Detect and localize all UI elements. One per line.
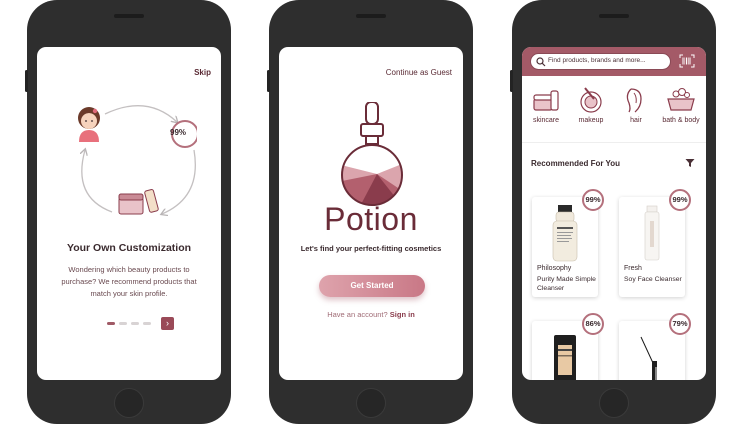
tagline: Let's find your perfect-fitting cosmetic… xyxy=(300,244,442,253)
product-name: Purity Made Simple Cleanser xyxy=(537,276,596,292)
category-label: makeup xyxy=(578,117,604,124)
category-skincare[interactable]: skincare xyxy=(524,85,568,124)
speaker-notch xyxy=(599,14,629,18)
user-avatar-icon xyxy=(78,107,100,142)
potion-bottle-logo-icon xyxy=(341,102,403,206)
filter-icon[interactable] xyxy=(685,158,695,168)
product-image xyxy=(640,336,657,380)
page-indicator xyxy=(107,322,151,325)
account-prompt-text: Have an account? xyxy=(327,310,388,319)
speaker-notch xyxy=(356,14,386,18)
speaker-notch xyxy=(114,14,144,18)
match-badge: 99% xyxy=(582,189,604,211)
category-label: skincare xyxy=(532,117,560,124)
search-icon xyxy=(536,57,546,67)
signin-prompt: Have an account? Sign in xyxy=(279,310,463,319)
phone-onboarding: Skip 99% Your Own Customization Wonderin… xyxy=(25,0,231,424)
divider xyxy=(522,142,706,143)
product-image xyxy=(552,205,578,262)
category-hair[interactable]: hair xyxy=(614,85,658,124)
cosmetics-products-icon xyxy=(118,189,159,215)
category-makeup[interactable]: makeup xyxy=(569,85,613,124)
brand-wordmark: Potion xyxy=(324,201,418,237)
product-card[interactable]: 99% Philosophy Purity Made Simple Cleans… xyxy=(532,189,604,297)
home-button xyxy=(114,388,144,418)
search-placeholder: Find products, brands and more... xyxy=(548,57,646,64)
chevron-right-icon: › xyxy=(166,318,169,328)
home-button xyxy=(356,388,386,418)
section-title: Recommended For You xyxy=(531,159,621,168)
page-dot-3 xyxy=(131,322,139,325)
welcome-screen: Continue as Guest Potion Let's find your… xyxy=(279,47,463,380)
home-button xyxy=(599,388,629,418)
home-screen: Find products, brands and more... skinca… xyxy=(522,47,706,380)
page-dot-4 xyxy=(143,322,151,325)
product-card[interactable]: 86% xyxy=(532,313,604,380)
product-card[interactable]: 99% Fresh Soy Face Cleanser xyxy=(619,189,691,297)
match-badge: 99% xyxy=(669,189,691,211)
product-image xyxy=(554,335,576,380)
category-row: skincare makeup hair bath & body xyxy=(522,85,706,133)
product-name: Soy Face Cleanser xyxy=(624,276,682,283)
match-badge: 79% xyxy=(669,313,691,335)
side-button xyxy=(510,70,513,92)
makeup-icon xyxy=(580,87,602,113)
match-badge-text: 99% xyxy=(170,128,187,137)
get-started-button[interactable]: Get Started xyxy=(319,275,425,297)
product-brand: Fresh xyxy=(624,265,642,272)
page-dot-1 xyxy=(107,322,115,325)
product-brand: Philosophy xyxy=(537,265,572,272)
customization-cycle-illustration xyxy=(78,105,197,232)
arrow-left xyxy=(82,150,113,213)
top-bar: Find products, brands and more... xyxy=(522,47,706,76)
page-dot-2 xyxy=(119,322,127,325)
phone-home: Find products, brands and more... skinca… xyxy=(510,0,716,424)
sign-in-link[interactable]: Sign in xyxy=(390,310,415,319)
hair-icon xyxy=(626,88,642,113)
next-button[interactable]: › xyxy=(161,317,174,330)
bath-body-icon xyxy=(667,88,695,111)
category-label: bath & body xyxy=(662,117,700,124)
onboarding-screen: Skip 99% Your Own Customization Wonderin… xyxy=(37,47,221,380)
onboarding-description: Wondering which beauty products to purch… xyxy=(61,265,197,298)
search-input[interactable]: Find products, brands and more... xyxy=(530,53,671,70)
side-button xyxy=(25,70,28,92)
phone-welcome: Continue as Guest Potion Let's find your… xyxy=(267,0,473,424)
product-card[interactable]: 79% xyxy=(619,313,691,380)
product-image xyxy=(644,205,660,261)
continue-as-guest-link[interactable]: Continue as Guest xyxy=(386,68,452,77)
side-button xyxy=(267,70,270,92)
skincare-icon xyxy=(533,90,559,111)
arrow-right xyxy=(162,149,196,214)
match-badge: 86% xyxy=(582,313,604,335)
arrow-top xyxy=(104,105,177,122)
barcode-scan-icon[interactable] xyxy=(679,54,695,68)
onboarding-title: Your Own Customization xyxy=(66,242,192,254)
skip-button[interactable]: Skip xyxy=(194,68,211,77)
category-bath-body[interactable]: bath & body xyxy=(659,85,703,124)
category-label: hair xyxy=(630,117,642,124)
